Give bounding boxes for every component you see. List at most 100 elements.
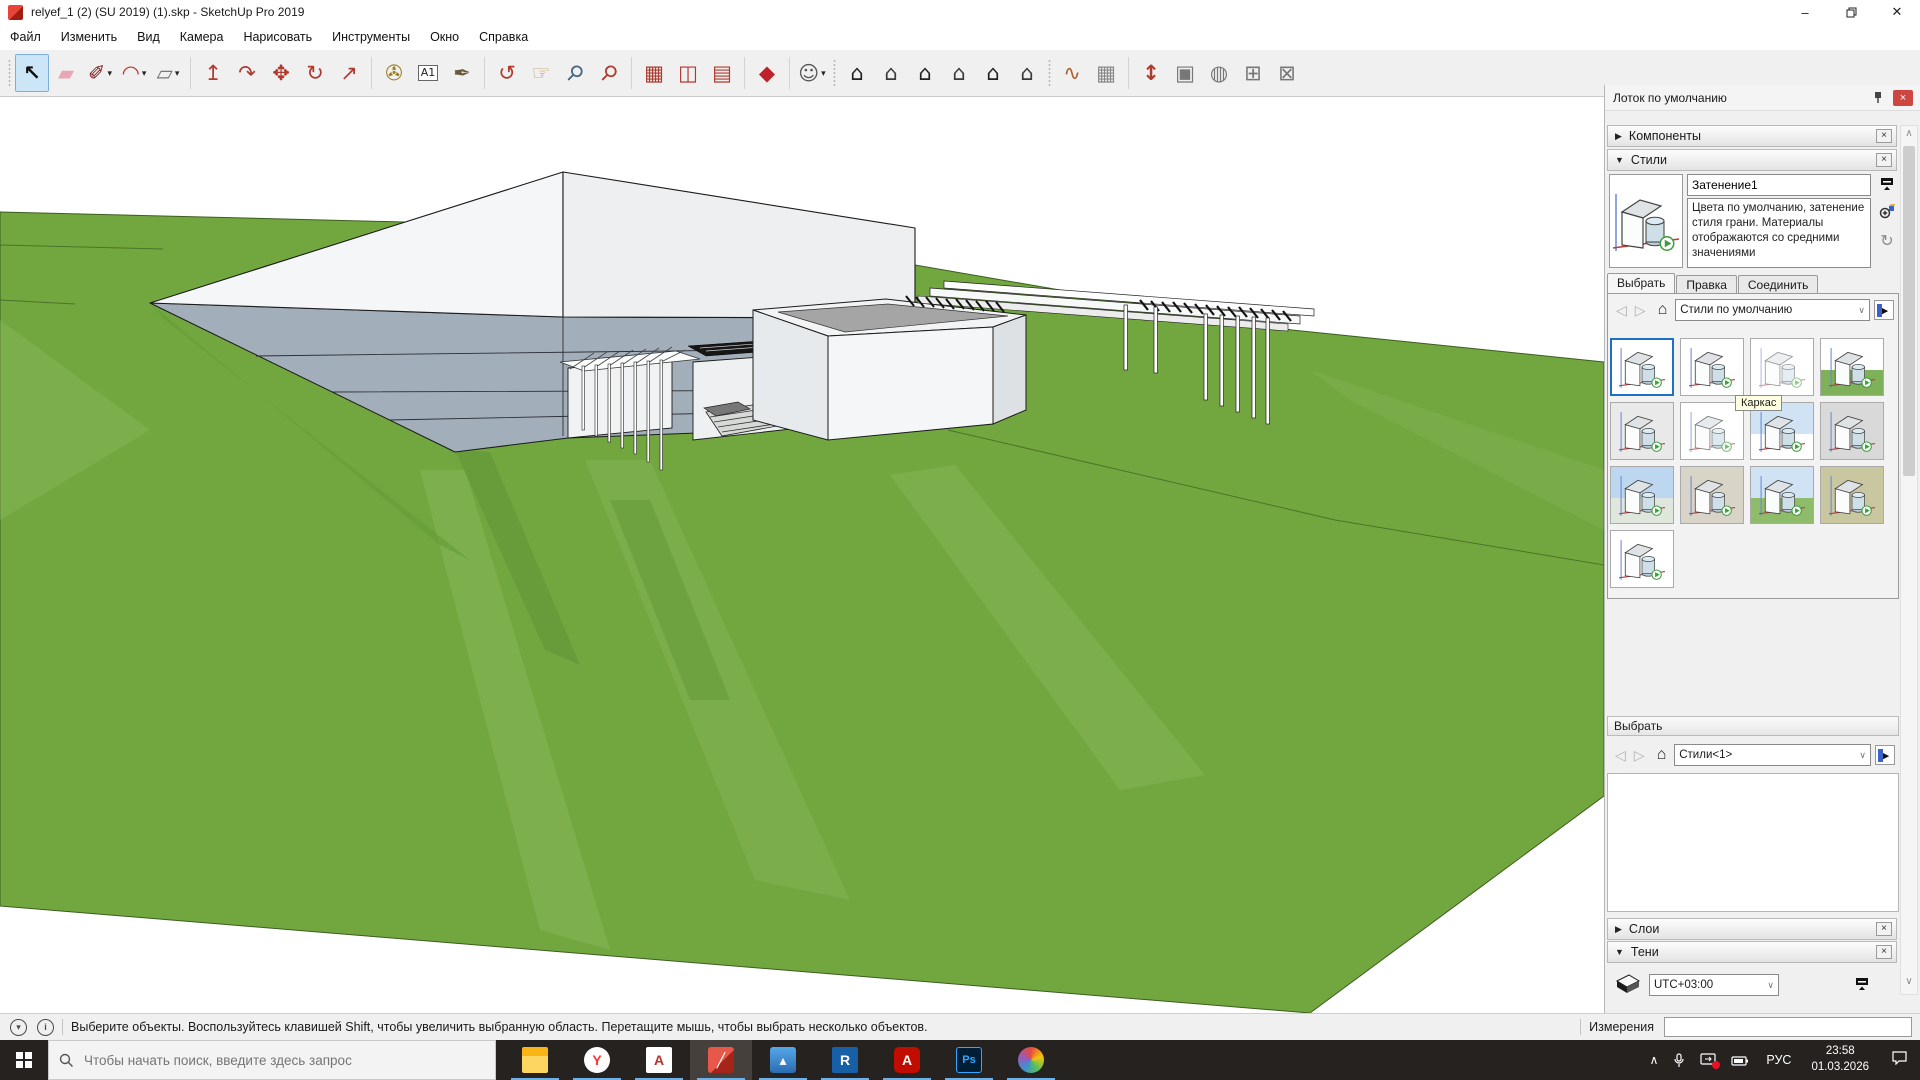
shadows-section-header[interactable]: ▼ Тени × bbox=[1607, 941, 1897, 963]
style-name-input[interactable] bbox=[1687, 174, 1871, 196]
pan-tool-button[interactable]: ☞ bbox=[524, 54, 558, 92]
taskbar-search[interactable] bbox=[48, 1040, 496, 1080]
styles-section-header[interactable]: ▼ Стили × bbox=[1607, 149, 1897, 171]
model-report-button[interactable]: ▤ bbox=[705, 54, 739, 92]
taskbar-app-revit[interactable]: R bbox=[814, 1040, 876, 1080]
start-button[interactable] bbox=[0, 1040, 48, 1080]
menu-edit[interactable]: Изменить bbox=[51, 30, 127, 44]
tape-measure-button[interactable]: ✇ bbox=[377, 54, 411, 92]
search-input[interactable] bbox=[84, 1053, 464, 1068]
style-thumbnail[interactable] bbox=[1680, 466, 1744, 524]
view-front-button[interactable]: ⌂ bbox=[908, 54, 942, 92]
menu-help[interactable]: Справка bbox=[469, 30, 538, 44]
menu-view[interactable]: Вид bbox=[127, 30, 170, 44]
drape-tool-button[interactable]: ◍ bbox=[1202, 54, 1236, 92]
action-center-icon[interactable] bbox=[1891, 1050, 1908, 1070]
shadows-pane-toggle-icon[interactable] bbox=[1855, 977, 1869, 994]
tray-scrollbar[interactable]: ∧ ∨ bbox=[1900, 125, 1918, 995]
menu-file[interactable]: Файл bbox=[0, 30, 51, 44]
nav-back-icon[interactable]: ◁ bbox=[1615, 747, 1626, 764]
details-arrow-button[interactable]: ▶ bbox=[1874, 300, 1894, 320]
home-icon[interactable]: ⌂ bbox=[1658, 301, 1668, 319]
close-button[interactable]: ✕ bbox=[1874, 0, 1920, 24]
style-thumbnail-wireframe[interactable] bbox=[1750, 338, 1814, 396]
scroll-up-icon[interactable]: ∧ bbox=[1901, 128, 1917, 144]
rectangle-tool-button[interactable]: ▱▾ bbox=[151, 54, 185, 92]
microphone-icon[interactable] bbox=[1672, 1053, 1686, 1068]
user-dropdown-icon[interactable]: ▾ bbox=[821, 68, 826, 79]
components-close-button[interactable]: × bbox=[1876, 129, 1892, 143]
taskbar-app-paint[interactable] bbox=[1000, 1040, 1062, 1080]
menu-draw[interactable]: Нарисовать bbox=[233, 30, 322, 44]
view-left-button[interactable]: ⌂ bbox=[1010, 54, 1044, 92]
style-thumbnail-shaded[interactable] bbox=[1610, 338, 1674, 396]
layers-close-button[interactable]: × bbox=[1876, 922, 1892, 936]
nav-back-icon[interactable]: ◁ bbox=[1616, 302, 1627, 319]
menu-tools[interactable]: Инструменты bbox=[322, 30, 420, 44]
view-back-button[interactable]: ⌂ bbox=[976, 54, 1010, 92]
terrain-from-scratch-button[interactable]: ▦ bbox=[1089, 54, 1123, 92]
language-indicator[interactable]: РУС bbox=[1766, 1053, 1791, 1067]
sandbox-toolbar-handle[interactable] bbox=[1047, 58, 1052, 88]
extension-warehouse-button[interactable]: ◫ bbox=[671, 54, 705, 92]
view-iso-button[interactable]: ⌂ bbox=[840, 54, 874, 92]
display-sync-icon[interactable] bbox=[1700, 1053, 1717, 1067]
rotate-tool-button[interactable]: ↻ bbox=[298, 54, 332, 92]
timezone-dropdown[interactable]: UTC+03:00 ∨ bbox=[1649, 974, 1779, 996]
toolbar-drag-handle[interactable] bbox=[7, 58, 12, 88]
menu-window[interactable]: Окно bbox=[420, 30, 469, 44]
tab-select[interactable]: Выбрать bbox=[1607, 273, 1675, 294]
taskbar-app-autocad[interactable]: A bbox=[628, 1040, 690, 1080]
scroll-down-icon[interactable]: ∨ bbox=[1901, 976, 1917, 992]
home-icon[interactable]: ⌂ bbox=[1657, 746, 1667, 764]
views-toolbar-handle[interactable] bbox=[832, 58, 837, 88]
taskbar-clock[interactable]: 23:58 01.03.2026 bbox=[1811, 1044, 1869, 1075]
style-thumbnail[interactable] bbox=[1820, 402, 1884, 460]
scale-tool-button[interactable]: ↗ bbox=[332, 54, 366, 92]
styles-close-button[interactable]: × bbox=[1876, 153, 1892, 167]
refresh-styles-icon[interactable]: ↻ bbox=[1880, 231, 1893, 250]
flip-edge-button[interactable]: ⊠ bbox=[1270, 54, 1304, 92]
style-thumbnail[interactable] bbox=[1680, 338, 1744, 396]
nav-forward-icon[interactable]: ▷ bbox=[1635, 302, 1646, 319]
tray-chevron-up-icon[interactable]: ∧ bbox=[1650, 1053, 1659, 1067]
terrain-from-contours-button[interactable]: ∿ bbox=[1055, 54, 1089, 92]
orbit-tool-button[interactable]: ↺ bbox=[490, 54, 524, 92]
nav-forward-icon[interactable]: ▷ bbox=[1634, 747, 1645, 764]
line-tool-button[interactable]: ✐▾ bbox=[83, 54, 117, 92]
pin-icon[interactable] bbox=[1873, 91, 1883, 107]
style-thumbnail[interactable] bbox=[1610, 402, 1674, 460]
taskbar-app-photos[interactable]: ▴ bbox=[752, 1040, 814, 1080]
taskbar-app-acrobat[interactable]: A bbox=[876, 1040, 938, 1080]
style-collection-dropdown[interactable]: Стили по умолчанию ∨ bbox=[1675, 299, 1870, 321]
scrollbar-thumb[interactable] bbox=[1903, 146, 1915, 476]
tray-close-button[interactable]: × bbox=[1893, 90, 1913, 106]
measurements-input[interactable] bbox=[1664, 1017, 1912, 1037]
secondary-style-dropdown[interactable]: Стили<1> ∨ bbox=[1674, 744, 1871, 766]
arc-tool-button[interactable]: ◠▾ bbox=[117, 54, 151, 92]
eraser-tool-button[interactable]: ▰ bbox=[49, 54, 83, 92]
followme-tool-button[interactable]: ↷ bbox=[230, 54, 264, 92]
rectangle-tool-dropdown-icon[interactable]: ▾ bbox=[175, 68, 180, 79]
select-tool-button[interactable]: ↖ bbox=[15, 54, 49, 92]
create-new-style-icon[interactable] bbox=[1879, 203, 1895, 219]
style-thumbnail[interactable] bbox=[1820, 338, 1884, 396]
shadows-close-button[interactable]: × bbox=[1876, 945, 1892, 959]
style-thumbnail[interactable] bbox=[1610, 530, 1674, 588]
tab-edit[interactable]: Правка bbox=[1676, 275, 1737, 294]
user-account-button[interactable]: ☺▾ bbox=[795, 54, 829, 92]
style-description[interactable]: Цвета по умолчанию, затенение стиля гран… bbox=[1687, 198, 1871, 268]
details-arrow-button[interactable]: ▶ bbox=[1875, 745, 1895, 765]
shadow-box-icon[interactable] bbox=[1615, 973, 1641, 998]
zoom-extents-button[interactable]: ⚲ bbox=[592, 54, 626, 92]
ruby-console-button[interactable]: ◆ bbox=[750, 54, 784, 92]
tab-mix[interactable]: Соединить bbox=[1738, 275, 1819, 294]
geolocation-icon[interactable]: ▾ bbox=[10, 1019, 27, 1036]
restore-button[interactable] bbox=[1828, 0, 1874, 24]
layers-section-header[interactable]: ▶ Слои × bbox=[1607, 918, 1897, 940]
pushpull-tool-button[interactable]: ↥ bbox=[196, 54, 230, 92]
style-thumbnail[interactable] bbox=[1820, 466, 1884, 524]
viewport-3d[interactable] bbox=[0, 97, 1604, 1013]
minimize-button[interactable]: – bbox=[1782, 0, 1828, 24]
arc-tool-dropdown-icon[interactable]: ▾ bbox=[142, 68, 147, 79]
